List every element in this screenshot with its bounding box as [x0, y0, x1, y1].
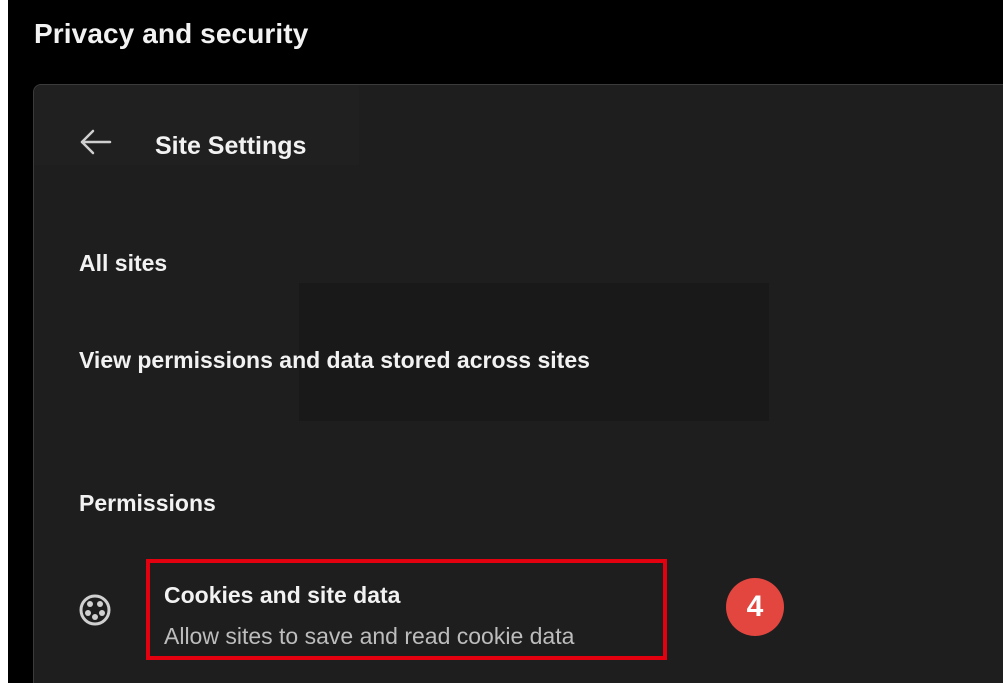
step-number-badge: 4 — [726, 578, 784, 636]
cookies-item-title: Cookies and site data — [164, 582, 401, 608]
all-sites-link[interactable]: All sites — [79, 250, 167, 277]
settings-window: Privacy and security Site Settings All s… — [8, 0, 1003, 683]
cookies-item-description: Allow sites to save and read cookie data — [164, 623, 575, 649]
page-title: Privacy and security — [34, 18, 309, 49]
arrow-left-icon[interactable] — [79, 129, 113, 155]
permissions-heading: Permissions — [79, 490, 216, 516]
site-settings-title: Site Settings — [155, 132, 307, 160]
cookie-icon — [78, 593, 112, 627]
view-permissions-link[interactable]: View permissions and data stored across … — [79, 347, 590, 374]
site-settings-card: Site Settings All sites View permissions… — [33, 84, 1003, 683]
